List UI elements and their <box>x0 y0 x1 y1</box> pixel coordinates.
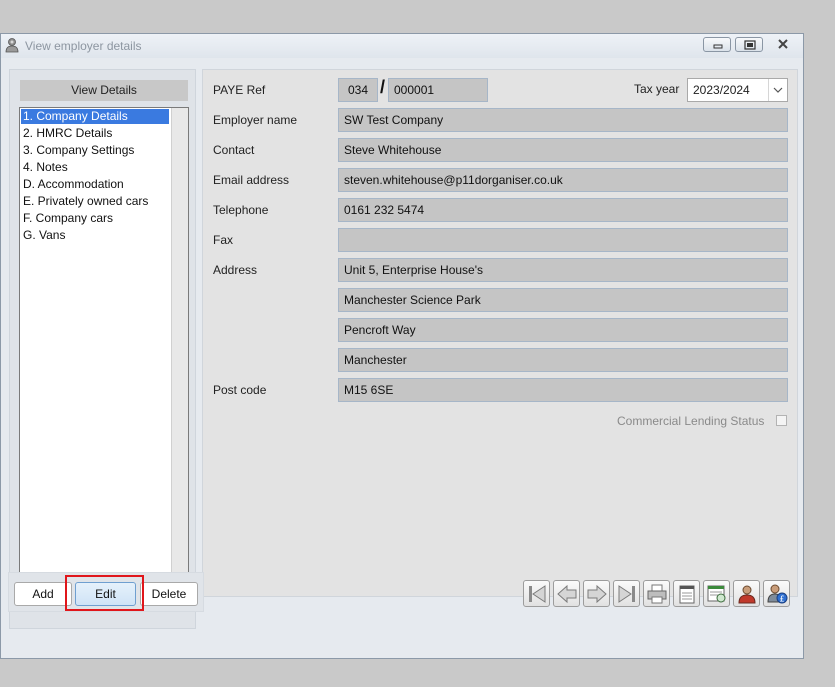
employer-name-label: Employer name <box>213 113 298 127</box>
restore-icon <box>744 40 756 50</box>
report-icon <box>707 585 726 603</box>
first-record-button[interactable] <box>523 580 550 607</box>
print-icon <box>647 584 667 604</box>
previous-record-icon <box>557 584 577 604</box>
delete-button[interactable]: Delete <box>140 582 198 606</box>
paye-ref-separator: / <box>380 77 386 97</box>
report-button[interactable] <box>703 580 730 607</box>
minimize-icon <box>713 44 723 49</box>
address-line-3-field[interactable]: Pencroft Way <box>338 318 788 342</box>
fax-field[interactable] <box>338 228 788 252</box>
fax-label: Fax <box>213 233 234 247</box>
telephone-field[interactable]: 0161 232 5474 <box>338 198 788 222</box>
contact-label: Contact <box>213 143 255 157</box>
telephone-label: Telephone <box>213 203 269 217</box>
email-label: Email address <box>213 173 290 187</box>
paye-ref-office-field[interactable]: 034 <box>338 78 378 102</box>
employee-benefits-icon: £ <box>767 584 788 604</box>
tax-year-select[interactable]: 2023/2024 <box>687 78 788 102</box>
title-bar[interactable]: View employer details <box>1 34 803 58</box>
svg-text:£: £ <box>780 595 785 604</box>
tax-year-label: Tax year <box>634 82 680 96</box>
employer-app-icon <box>4 37 20 53</box>
postcode-label: Post code <box>213 383 267 397</box>
nav-item-privately-owned-cars[interactable]: E. Privately owned cars <box>21 194 148 209</box>
close-button[interactable] <box>769 37 797 52</box>
address-line-1-field[interactable]: Unit 5, Enterprise House's <box>338 258 788 282</box>
nav-item-vans[interactable]: G. Vans <box>21 228 65 243</box>
first-record-icon <box>529 585 546 603</box>
nav-item-notes[interactable]: 4. Notes <box>21 160 68 175</box>
address-line-4-field[interactable]: Manchester <box>338 348 788 372</box>
add-button[interactable]: Add <box>14 582 72 606</box>
employee-benefits-button[interactable]: £ <box>763 580 790 607</box>
notes-button[interactable] <box>673 580 700 607</box>
postcode-field[interactable]: M15 6SE <box>338 378 788 402</box>
details-nav-list[interactable]: 1. Company Details 2. HMRC Details 3. Co… <box>19 107 189 589</box>
view-details-header: View Details <box>20 80 188 101</box>
notes-icon <box>679 585 695 604</box>
employer-name-field[interactable]: SW Test Company <box>338 108 788 132</box>
view-details-panel: View Details 1. Company Details 2. HMRC … <box>9 69 196 629</box>
commercial-lending-checkbox[interactable] <box>776 415 787 426</box>
chevron-down-icon[interactable] <box>768 79 787 101</box>
nav-list-scrollbar[interactable] <box>171 108 188 588</box>
address-label: Address <box>213 263 258 277</box>
address-line-2-field[interactable]: Manchester Science Park <box>338 288 788 312</box>
tax-year-value: 2023/2024 <box>693 83 750 97</box>
window-title: View employer details <box>25 39 142 53</box>
company-details-form: PAYE Ref 034 / 000001 Tax year 2023/2024… <box>202 69 798 597</box>
paye-ref-number-field[interactable]: 000001 <box>388 78 488 102</box>
nav-item-hmrc-details[interactable]: 2. HMRC Details <box>21 126 112 141</box>
restore-button[interactable] <box>735 37 763 52</box>
previous-record-button[interactable] <box>553 580 580 607</box>
nav-item-company-details[interactable]: 1. Company Details <box>21 109 169 124</box>
email-field[interactable]: steven.whitehouse@p11dorganiser.co.uk <box>338 168 788 192</box>
nav-item-company-cars[interactable]: F. Company cars <box>21 211 113 226</box>
minimize-button[interactable] <box>703 37 731 52</box>
contact-field[interactable]: Steve Whitehouse <box>338 138 788 162</box>
last-record-button[interactable] <box>613 580 640 607</box>
employer-details-window: View employer details View Details 1. Co… <box>0 33 804 659</box>
paye-ref-label: PAYE Ref <box>213 83 266 97</box>
next-record-icon <box>587 584 607 604</box>
employees-button[interactable] <box>733 580 760 607</box>
last-record-icon <box>618 585 635 603</box>
nav-item-company-settings[interactable]: 3. Company Settings <box>21 143 134 158</box>
edit-button-highlight <box>65 575 144 611</box>
close-icon <box>778 39 788 49</box>
print-button[interactable] <box>643 580 670 607</box>
commercial-lending-label: Commercial Lending Status <box>617 414 765 428</box>
nav-item-accommodation[interactable]: D. Accommodation <box>21 177 124 192</box>
next-record-button[interactable] <box>583 580 610 607</box>
employees-icon <box>738 585 756 604</box>
